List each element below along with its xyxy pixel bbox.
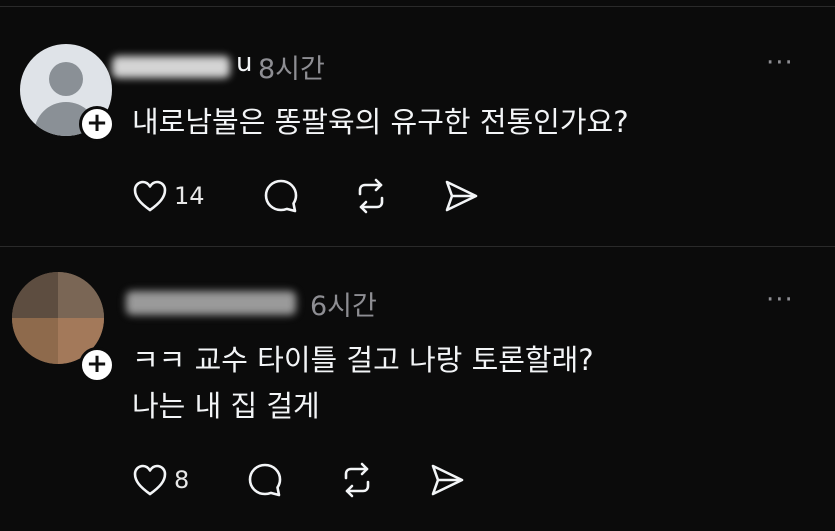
action-bar: 8 bbox=[130, 460, 510, 500]
like-button[interactable]: 14 bbox=[132, 176, 205, 216]
follow-plus-icon[interactable]: + bbox=[79, 106, 115, 142]
send-icon bbox=[445, 180, 478, 212]
post-2: + 6시간 ··· ㅋㅋ 교수 타이틀 걸고 나랑 토론할래? 나는 내 집 걸… bbox=[0, 247, 835, 531]
username-blur bbox=[126, 291, 296, 315]
repost-button[interactable] bbox=[338, 460, 376, 500]
follow-plus-icon[interactable]: + bbox=[79, 347, 115, 383]
post-time: 8시간 bbox=[258, 54, 325, 85]
heart-icon bbox=[133, 180, 167, 212]
repost-button[interactable] bbox=[352, 176, 390, 216]
share-button[interactable] bbox=[428, 460, 466, 500]
repost-icon bbox=[344, 462, 370, 498]
username-redacted[interactable] bbox=[112, 287, 302, 317]
comment-icon bbox=[248, 463, 282, 497]
comment-button[interactable] bbox=[262, 176, 300, 216]
post-text-line: 내로남불은 똥팔육의 유구한 전통인가요? bbox=[132, 105, 629, 139]
post-text-line: 나는 내 집 걸게 bbox=[132, 389, 320, 423]
post-text-line: ㅋㅋ 교수 타이틀 걸고 나랑 토론할래? bbox=[132, 343, 594, 377]
more-icon[interactable]: ··· bbox=[766, 285, 794, 315]
like-button[interactable]: 8 bbox=[132, 460, 189, 500]
avatar-head bbox=[49, 62, 83, 96]
comment-button[interactable] bbox=[246, 460, 284, 500]
username-blur bbox=[112, 56, 230, 78]
repost-icon bbox=[358, 178, 384, 214]
avatar-pixel bbox=[12, 318, 58, 364]
heart-icon bbox=[133, 464, 167, 496]
comment-icon bbox=[264, 179, 298, 213]
share-button[interactable] bbox=[442, 176, 480, 216]
like-count: 14 bbox=[174, 182, 205, 210]
more-icon[interactable]: ··· bbox=[766, 48, 794, 78]
avatar-pixel bbox=[12, 272, 58, 318]
post-1: + u 8시간 ··· 내로남불은 똥팔육의 유구한 전통인가요? 14 bbox=[0, 0, 835, 246]
send-icon bbox=[431, 464, 464, 496]
avatar-pixel bbox=[58, 272, 104, 318]
username-visible-fragment: u bbox=[236, 48, 253, 78]
action-bar: 14 bbox=[130, 176, 510, 216]
post-time: 6시간 bbox=[310, 291, 377, 322]
like-count: 8 bbox=[174, 466, 190, 494]
username-redacted[interactable]: u bbox=[112, 48, 253, 80]
